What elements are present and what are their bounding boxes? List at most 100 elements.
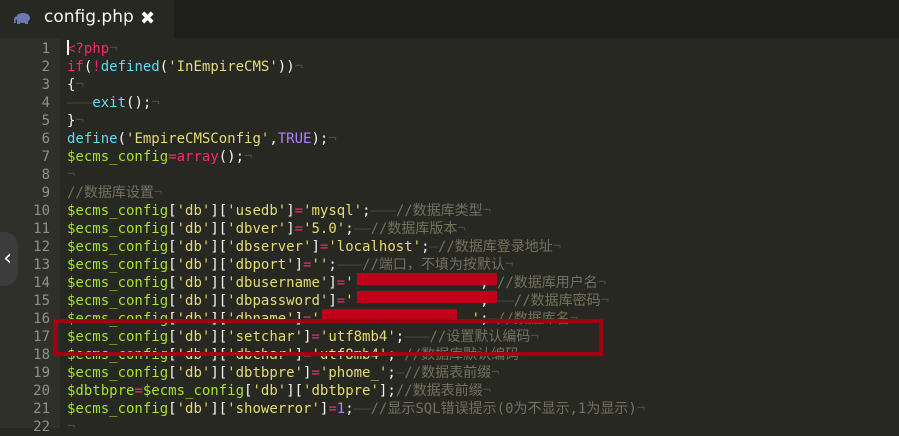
code-token: =	[134, 383, 143, 399]
code-token: 'dbusername'	[227, 275, 329, 291]
collapse-arrow-button[interactable]: ‹	[0, 232, 18, 286]
code-token: —	[429, 239, 438, 255]
code-token: ]	[286, 221, 295, 237]
code-line[interactable]: 3 {¬	[0, 76, 899, 94]
code-token: ]	[294, 257, 304, 273]
code-token: ][	[210, 257, 228, 273]
code-token: $ecms_config	[67, 149, 169, 165]
code-token: ¬	[504, 257, 514, 273]
code-text: $ecms_config['db']['dbtbpre']='phome_';—…	[67, 364, 500, 382]
code-token: //数据库登录地址	[437, 239, 553, 255]
code-token: 'dbpassword'	[227, 293, 329, 309]
code-line[interactable]: 1 <?php¬	[0, 40, 899, 58]
code-token: 'dbver'	[227, 221, 287, 237]
line-number: 15	[33, 293, 50, 309]
line-number: 3	[41, 77, 50, 93]
code-token: ][	[210, 275, 228, 291]
code-token: 'dbtbpre'	[227, 365, 304, 381]
line-number: 5	[41, 113, 50, 129]
line-number: 4	[41, 95, 50, 111]
tab-title: config.php	[44, 7, 134, 27]
code-token: ][	[210, 293, 228, 309]
code-line[interactable]: 8 ¬	[0, 166, 899, 184]
code-token: =	[336, 293, 346, 309]
line-number: 6	[41, 131, 50, 147]
close-icon[interactable]: ✖	[140, 8, 155, 29]
code-text: }¬	[67, 112, 84, 130]
code-text: $ecms_config['db']['dbusername']=' ';—//…	[67, 274, 606, 292]
code-token: ))	[277, 59, 295, 75]
code-token: ¬	[75, 113, 84, 129]
code-token: (	[117, 131, 127, 147]
code-token: ]	[328, 293, 337, 309]
code-token: //数据表前缀	[404, 365, 492, 381]
code-token: 'InEmpireCMS'	[168, 59, 278, 75]
code-line[interactable]: 21 $ecms_config['db']['showerror']=1;——//…	[0, 400, 899, 418]
code-line[interactable]: 5 }¬	[0, 112, 899, 130]
code-token: ][	[210, 221, 228, 237]
code-token: $ecms_config	[67, 239, 169, 255]
code-line[interactable]: 20 $dbtbpre=$ecms_config['db']['dbtbpre']…	[0, 382, 899, 400]
code-token: //数据库设置	[67, 185, 154, 201]
code-token: 'phome_'	[319, 365, 388, 381]
code-token: $ecms_config	[67, 275, 169, 291]
code-token: ;	[421, 239, 430, 255]
line-number: 8	[41, 167, 50, 183]
line-number: 10	[33, 203, 50, 219]
code-token: ¬	[636, 401, 646, 417]
line-number: 19	[33, 365, 50, 381]
code-token: exit	[92, 95, 127, 111]
code-token: ;	[362, 203, 371, 219]
code-token: ;	[345, 221, 354, 237]
code-token: ¬	[482, 383, 492, 399]
code-line[interactable]: 19 $ecms_config['db']['dbtbpre']='phome_'…	[0, 364, 899, 382]
code-line[interactable]: 9 //数据库设置¬	[0, 184, 899, 202]
code-line[interactable]: 22 ¬	[0, 418, 899, 436]
code-token: ¬	[597, 275, 607, 291]
code-token: 'db'	[176, 257, 211, 273]
code-token: ,	[269, 131, 278, 147]
code-line[interactable]: 2 if(!defined('InEmpireCMS'))¬	[0, 58, 899, 76]
code-token: ¬	[552, 239, 562, 255]
code-token: //数据库用户名	[496, 275, 598, 291]
code-token: ;	[328, 257, 337, 273]
code-line[interactable]: 12 $ecms_config['db']['dbserver']='localh…	[0, 238, 899, 256]
code-text: $dbtbpre=$ecms_config['db']['dbtbpre'];/…	[67, 382, 491, 400]
code-editor[interactable]: 1 <?php¬ 2 if(!defined('InEmpireCMS'))¬ 3 {¬ 4…	[0, 38, 899, 435]
code-token: $ecms_config	[67, 401, 169, 417]
code-line[interactable]: 4 ———exit();¬	[0, 94, 899, 112]
code-line[interactable]: 7 $ecms_config=array();¬	[0, 148, 899, 166]
code-token: $ecms_config	[67, 203, 169, 219]
code-token: 'db'	[176, 293, 211, 309]
code-token: ¬	[244, 149, 253, 165]
redaction-mark	[357, 291, 497, 303]
code-line[interactable]: 13 $ecms_config['db']['dbport']='';———//端…	[0, 256, 899, 274]
line-number: 1	[41, 41, 50, 57]
code-token: //数据库密码	[513, 293, 601, 309]
tab-bar: config.php ✖	[0, 0, 899, 38]
line-number: 22	[33, 419, 50, 435]
code-token: ——	[353, 401, 371, 417]
code-token: ]	[311, 239, 320, 255]
code-token: 'usedb'	[227, 203, 287, 219]
code-token: [	[168, 365, 177, 381]
code-line[interactable]: 6 define('EmpireCMSConfig',TRUE);¬	[0, 130, 899, 148]
code-token: [	[168, 239, 177, 255]
code-token: ][	[210, 365, 228, 381]
file-tab[interactable]: config.php ✖	[0, 0, 174, 38]
code-text: ¬	[67, 166, 75, 184]
code-token: ¬	[153, 185, 163, 201]
line-number: 7	[41, 149, 50, 165]
code-text: $ecms_config['db']['showerror']=1;——//显示…	[67, 400, 645, 418]
code-token: —	[395, 365, 405, 381]
code-token: 'showerror'	[227, 401, 320, 417]
code-token: ][	[286, 383, 304, 399]
code-line[interactable]: 10 $ecms_config['db']['usedb']='mysql';——…	[0, 202, 899, 220]
code-text: ¬	[67, 418, 75, 436]
code-token: ][	[210, 401, 228, 417]
code-token: ¬	[67, 419, 76, 435]
code-line[interactable]: 11 $ecms_config['db']['dbver']='5.0';——//…	[0, 220, 899, 238]
code-token: ]	[328, 275, 337, 291]
code-token: ];	[378, 383, 396, 399]
code-token: ¬	[294, 59, 304, 75]
